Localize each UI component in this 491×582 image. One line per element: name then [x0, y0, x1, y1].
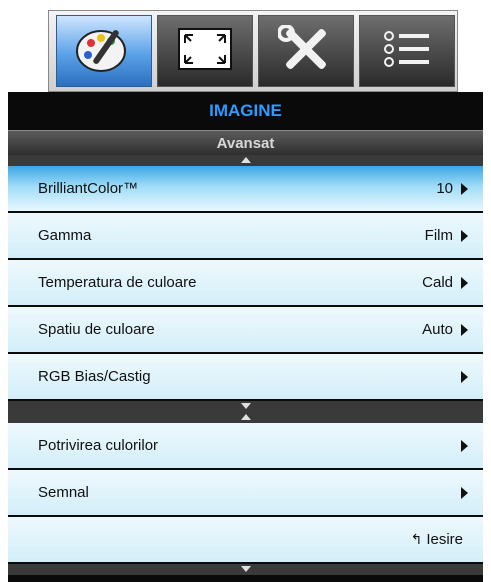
tab-options[interactable] — [359, 15, 455, 87]
exit-label: Iesire — [426, 531, 463, 548]
up-arrow-icon — [240, 414, 251, 420]
caret-right-icon — [461, 182, 468, 195]
osd-menu-panel: IMAGINE Avansat BrilliantColor™ 10 Gamma… — [8, 92, 483, 582]
menu-subtitle: Avansat — [8, 130, 483, 155]
caret-right-icon — [461, 486, 468, 499]
menu-item-label: Semnal — [38, 484, 89, 501]
caret-right-icon — [461, 323, 468, 336]
menu-item-value: 10 — [436, 180, 453, 197]
menu-item-value: Auto — [422, 321, 453, 338]
menu-item-label: Potrivirea culorilor — [38, 437, 159, 454]
list-icon — [381, 29, 433, 74]
down-arrow-icon — [240, 403, 251, 409]
menu-item-color-space[interactable]: Spatiu de culoare Auto — [8, 307, 483, 354]
menu-item-value: Film — [424, 227, 453, 244]
down-arrow-icon — [240, 566, 251, 572]
caret-right-icon — [461, 439, 468, 452]
menu-item-brilliantcolor[interactable]: BrilliantColor™ 10 — [8, 166, 483, 213]
menu-item-exit[interactable]: ↰ Iesire — [8, 517, 483, 564]
menu-item-label: Spatiu de culoare — [38, 321, 155, 338]
menu-item-gamma[interactable]: Gamma Film — [8, 213, 483, 260]
tools-icon — [277, 23, 334, 78]
tab-image[interactable] — [56, 15, 152, 87]
tab-setup[interactable] — [258, 15, 354, 87]
menu-item-color-temperature[interactable]: Temperatura de culoare Cald — [8, 260, 483, 307]
menu-item-label: Gamma — [38, 227, 92, 244]
tab-display[interactable] — [157, 15, 253, 87]
menu-item-value: Cald — [422, 274, 453, 291]
scroll-down-indicator-2[interactable] — [8, 564, 483, 575]
menu-item-label: Temperatura de culoare — [38, 274, 197, 291]
menu-title: IMAGINE — [209, 101, 282, 120]
menu-item-color-matching[interactable]: Potrivirea culorilor — [8, 423, 483, 470]
menu-tab-bar — [48, 10, 458, 92]
caret-right-icon — [461, 229, 468, 242]
fullscreen-icon — [177, 27, 233, 76]
menu-item-label: RGB Bias/Castig — [38, 368, 151, 385]
menu-item-rgb-bias[interactable]: RGB Bias/Castig — [8, 354, 483, 401]
up-arrow-icon — [240, 157, 251, 163]
image-palette-icon — [73, 23, 135, 80]
scroll-up-indicator-2[interactable] — [8, 412, 483, 423]
scroll-down-indicator[interactable] — [8, 401, 483, 412]
menu-item-label: BrilliantColor™ — [38, 180, 139, 197]
caret-right-icon — [461, 276, 468, 289]
menu-item-signal[interactable]: Semnal — [8, 470, 483, 517]
back-arrow-icon: ↰ — [410, 531, 423, 547]
scroll-up-indicator[interactable] — [8, 155, 483, 166]
caret-right-icon — [461, 370, 468, 383]
